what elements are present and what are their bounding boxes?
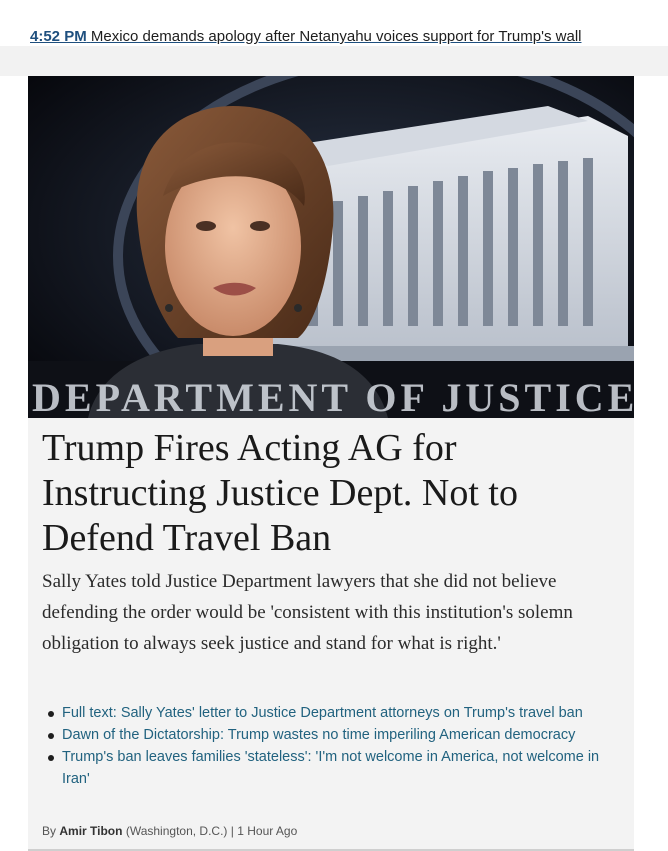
ticker-headline: Mexico demands apology after Netanyahu v…: [90, 28, 582, 45]
related-link-item[interactable]: Dawn of the Dictatorship: Trump wastes n…: [42, 724, 627, 746]
article-card: DEPARTMENT OF JUSTICE Trump Fires Acting…: [28, 76, 634, 851]
hero-photo: [28, 76, 634, 418]
article-summary: Sally Yates told Justice Department lawy…: [42, 571, 573, 654]
hero-image[interactable]: DEPARTMENT OF JUSTICE: [28, 76, 634, 418]
related-link-item[interactable]: Trump's ban leaves families 'stateless':…: [42, 746, 627, 790]
byline-author[interactable]: Amir Tibon: [59, 824, 122, 838]
ticker-divider-band: [0, 46, 668, 76]
related-link[interactable]: Trump's ban leaves families 'stateless':…: [62, 749, 599, 787]
related-links-list: Full text: Sally Yates' letter to Justic…: [42, 702, 627, 790]
hero-seal-text: DEPARTMENT OF JUSTICE: [32, 378, 634, 418]
related-link[interactable]: Dawn of the Dictatorship: Trump wastes n…: [62, 727, 575, 743]
byline: By Amir Tibon (Washington, D.C.) | 1 Hou…: [42, 824, 297, 838]
article-title[interactable]: Trump Fires Acting AG for Instructing Ju…: [42, 426, 622, 561]
byline-separator: |: [230, 824, 234, 838]
byline-location: (Washington, D.C.): [125, 824, 228, 838]
related-link-item[interactable]: Full text: Sally Yates' letter to Justic…: [42, 702, 627, 724]
ticker-link[interactable]: 4:52 PM Mexico demands apology after Net…: [30, 28, 581, 45]
byline-prefix: By: [42, 824, 57, 838]
right-gutter: [638, 76, 668, 851]
news-ticker: 4:52 PM Mexico demands apology after Net…: [0, 0, 668, 46]
byline-time: 1 Hour Ago: [237, 824, 298, 838]
related-link[interactable]: Full text: Sally Yates' letter to Justic…: [62, 705, 583, 721]
ticker-time: 4:52 PM: [30, 28, 87, 45]
